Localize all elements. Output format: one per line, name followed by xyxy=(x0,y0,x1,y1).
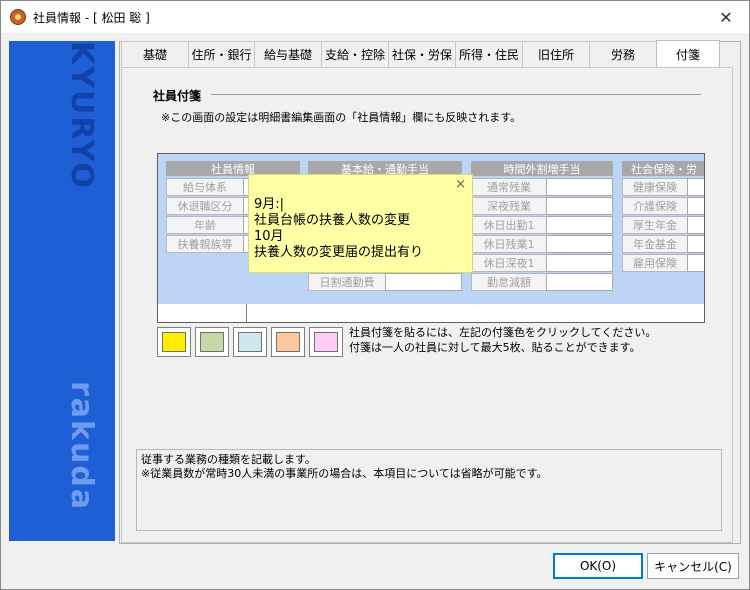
preview-field-label: 健康保険 xyxy=(622,178,688,196)
sticky-color-swatch-5[interactable] xyxy=(309,327,343,357)
sticky-close-icon[interactable]: × xyxy=(455,177,466,192)
sticky-note-text[interactable]: 9月:| 社員台帳の扶養人数の変更 10月 扶養人数の変更届の提出有り xyxy=(254,197,423,261)
preview-field-label: 通常残業 xyxy=(471,178,547,196)
description-line-2: ※従業員数が常時30人未満の事業所の場合は、本項目については省略が可能です。 xyxy=(141,467,548,480)
tab-5[interactable]: 所得・住民 xyxy=(455,41,523,67)
tab-1[interactable]: 住所・銀行 xyxy=(188,41,255,67)
preview-group-head: 社会保険・労 xyxy=(622,161,704,176)
sticky-note[interactable]: × 9月:| 社員台帳の扶養人数の変更 10月 扶養人数の変更届の提出有り xyxy=(248,174,473,273)
tab-2[interactable]: 給与基礎 xyxy=(254,41,322,67)
preview-field-label: 勤怠減額 xyxy=(471,273,547,291)
rakuda-logo: rakuda xyxy=(64,381,99,512)
preview-field-label: 厚生年金 xyxy=(622,216,688,234)
app-icon xyxy=(10,9,26,25)
tab-strip: 基礎 住所・銀行 給与基礎 支給・控除 社保・労保 所得・住民 旧住所 労務 付箋 xyxy=(121,40,720,67)
preview-field-label: 年齢 xyxy=(166,216,244,234)
preview-field-label: 給与体系 xyxy=(166,178,244,196)
section-divider xyxy=(211,94,701,95)
tab-7[interactable]: 労務 xyxy=(589,41,657,67)
preview-field-label: 休日出勤1 xyxy=(471,216,547,234)
preview-field-value xyxy=(687,254,704,272)
sticky-color-swatch-3[interactable] xyxy=(233,327,267,357)
swatch-color-fill xyxy=(276,332,300,352)
preview-field-label: 深夜残業 xyxy=(471,197,547,215)
preview-field-value xyxy=(546,197,613,215)
swatch-color-fill xyxy=(162,332,186,352)
preview-field-label: 休退職区分 xyxy=(166,197,244,215)
tab-3[interactable]: 支給・控除 xyxy=(321,41,389,67)
preview-divider xyxy=(246,304,247,322)
tab-0[interactable]: 基礎 xyxy=(121,41,189,67)
instructions-line-1: 社員付箋を貼るには、左記の付箋色をクリックしてください。 xyxy=(349,326,657,339)
preview-field-label: 介護保険 xyxy=(622,197,688,215)
sidebar-banner: KYURYO rakuda xyxy=(9,41,115,541)
description-text: 従事する業務の種類を記載します。 ※従業員数が常時30人未満の事業所の場合は、本… xyxy=(141,453,548,481)
tab-8[interactable]: 付箋 xyxy=(656,40,720,67)
preview-field-label: 休日残業1 xyxy=(471,235,547,253)
swatch-color-fill xyxy=(200,332,224,352)
cancel-button[interactable]: キャンセル(C) xyxy=(647,553,739,579)
kyuryo-logo: KYURYO xyxy=(64,41,99,190)
preview-field-value xyxy=(687,216,704,234)
tab-6[interactable]: 旧住所 xyxy=(522,41,590,67)
window: 社員情報 - [ 松田 聡 ] ✕ KYURYO rakuda 基礎 住所・銀行給… xyxy=(0,0,750,590)
window-title: 社員情報 - [ 松田 聡 ] xyxy=(33,11,150,25)
preview-field-value xyxy=(687,197,704,215)
sticky-color-swatch-4[interactable] xyxy=(271,327,305,357)
sticky-color-swatch-1[interactable] xyxy=(157,327,191,357)
description-line-1: 従事する業務の種類を記載します。 xyxy=(141,453,316,466)
preview-field-label: 日割通勤費 xyxy=(308,273,386,291)
tab-4[interactable]: 社保・労保 xyxy=(388,41,456,67)
preview-field-label: 雇用保険 xyxy=(622,254,688,272)
preview-field-label: 扶養親族等 xyxy=(166,235,244,253)
swatch-color-fill xyxy=(314,332,338,352)
preview-field-value xyxy=(546,254,613,272)
section-note: ※この画面の設定は明細書編集画面の「社員情報」欄にも反映されます。 xyxy=(161,111,522,124)
preview-field-label: 年金基金 xyxy=(622,235,688,253)
section-title: 社員付箋 xyxy=(153,89,202,103)
swatch-color-fill xyxy=(238,332,262,352)
preview-field-value xyxy=(546,216,613,234)
instructions: 社員付箋を貼るには、左記の付箋色をクリックしてください。 付箋は一人の社員に対し… xyxy=(349,325,656,355)
preview-field-value xyxy=(687,178,704,196)
ok-button[interactable]: OK(O) xyxy=(553,553,643,579)
preview-field-label: 休日深夜1 xyxy=(471,254,547,272)
preview-group-head: 時間外割増手当 xyxy=(471,161,613,176)
preview-field-value xyxy=(546,273,613,291)
preview-field-value xyxy=(385,273,462,291)
close-icon[interactable]: ✕ xyxy=(703,1,749,33)
instructions-line-2: 付箋は一人の社員に対して最大5枚、貼ることができます。 xyxy=(349,341,641,354)
preview-field-value xyxy=(546,235,613,253)
preview-field-value xyxy=(546,178,613,196)
preview-field-value xyxy=(687,235,704,253)
sticky-color-swatch-2[interactable] xyxy=(195,327,229,357)
title-bar: 社員情報 - [ 松田 聡 ] ✕ xyxy=(1,1,749,33)
